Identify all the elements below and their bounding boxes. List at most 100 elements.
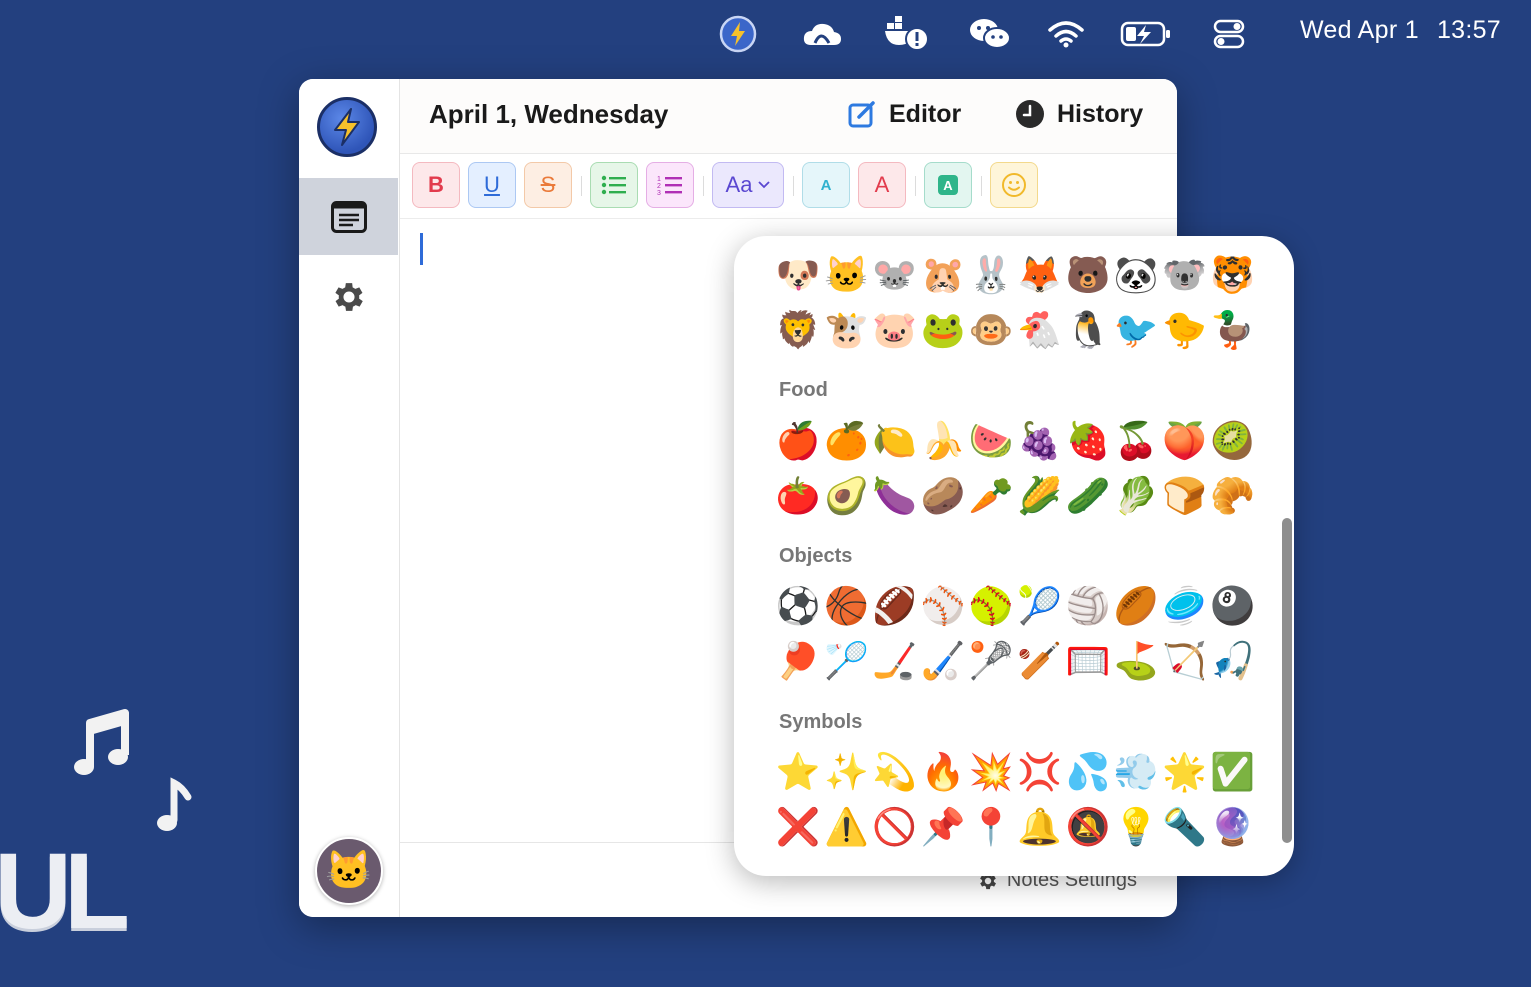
emoji-item[interactable]: 🥒 bbox=[1064, 471, 1112, 521]
emoji-item[interactable]: 🐻 bbox=[1064, 250, 1112, 300]
emoji-item[interactable]: 📌 bbox=[919, 802, 967, 852]
emoji-item[interactable]: 🐧 bbox=[1064, 305, 1112, 355]
emoji-item[interactable]: 🚫 bbox=[871, 802, 919, 852]
emoji-button[interactable] bbox=[990, 162, 1038, 208]
emoji-item[interactable]: 🐤 bbox=[1160, 305, 1208, 355]
text-color-button[interactable]: A bbox=[858, 162, 906, 208]
emoji-item[interactable]: 🐷 bbox=[871, 305, 919, 355]
emoji-item[interactable]: ✨ bbox=[822, 747, 870, 797]
control-center-icon[interactable] bbox=[1208, 14, 1250, 54]
emoji-item[interactable]: 🥑 bbox=[822, 471, 870, 521]
emoji-item[interactable]: 🥔 bbox=[919, 471, 967, 521]
emoji-item[interactable]: 🥬 bbox=[1112, 471, 1160, 521]
emoji-item[interactable]: 🥍 bbox=[967, 636, 1015, 686]
emoji-item[interactable]: 🔦 bbox=[1160, 802, 1208, 852]
emoji-item[interactable]: 🏒 bbox=[871, 636, 919, 686]
emoji-item[interactable]: 🦆 bbox=[1209, 305, 1257, 355]
emoji-item[interactable]: 🎣 bbox=[1209, 636, 1257, 686]
bullet-list-button[interactable] bbox=[590, 162, 638, 208]
emoji-item[interactable]: 🌟 bbox=[1160, 747, 1208, 797]
emoji-item[interactable]: 🐯 bbox=[1209, 250, 1257, 300]
emoji-item[interactable]: 🐔 bbox=[1015, 305, 1063, 355]
history-button[interactable]: History bbox=[1015, 99, 1143, 129]
emoji-item[interactable]: 🥕 bbox=[967, 471, 1015, 521]
emoji-item[interactable]: 🔕 bbox=[1064, 802, 1112, 852]
emoji-item[interactable]: 🍒 bbox=[1112, 416, 1160, 466]
emoji-item[interactable]: 🍇 bbox=[1015, 416, 1063, 466]
emoji-item[interactable]: 📍 bbox=[967, 802, 1015, 852]
emoji-item[interactable]: 🐨 bbox=[1160, 250, 1208, 300]
emoji-item[interactable]: 💨 bbox=[1112, 747, 1160, 797]
emoji-item[interactable]: 💦 bbox=[1064, 747, 1112, 797]
emoji-item[interactable]: 🥏 bbox=[1160, 581, 1208, 631]
emoji-item[interactable]: 🥅 bbox=[1064, 636, 1112, 686]
emoji-item[interactable]: 🥐 bbox=[1209, 471, 1257, 521]
emoji-item[interactable]: 🏹 bbox=[1160, 636, 1208, 686]
emoji-item[interactable]: ❌ bbox=[774, 802, 822, 852]
emoji-item[interactable]: ⛳ bbox=[1112, 636, 1160, 686]
emoji-item[interactable]: 🐭 bbox=[871, 250, 919, 300]
emoji-item[interactable]: 🏓 bbox=[774, 636, 822, 686]
emoji-item[interactable]: 🎾 bbox=[1015, 581, 1063, 631]
popover-scrollbar[interactable] bbox=[1282, 518, 1292, 843]
emoji-item[interactable]: 🏀 bbox=[822, 581, 870, 631]
emoji-item[interactable]: 🍆 bbox=[871, 471, 919, 521]
emoji-item[interactable]: ✅ bbox=[1209, 747, 1257, 797]
emoji-item[interactable]: ⚠️ bbox=[822, 802, 870, 852]
emoji-item[interactable]: 💫 bbox=[871, 747, 919, 797]
emoji-item[interactable]: 🍑 bbox=[1160, 416, 1208, 466]
bold-button[interactable]: B bbox=[412, 162, 460, 208]
creative-cloud-icon[interactable] bbox=[800, 14, 844, 54]
emoji-item[interactable]: ⚾ bbox=[919, 581, 967, 631]
emoji-item[interactable]: 🐸 bbox=[919, 305, 967, 355]
emoji-item[interactable]: 🍋 bbox=[871, 416, 919, 466]
emoji-item[interactable]: 🐼 bbox=[1112, 250, 1160, 300]
small-text-color-button[interactable]: A bbox=[802, 162, 850, 208]
emoji-item[interactable]: 🥝 bbox=[1209, 416, 1257, 466]
emoji-item[interactable]: 🏉 bbox=[1112, 581, 1160, 631]
numbered-list-button[interactable]: 123 bbox=[646, 162, 694, 208]
emoji-item[interactable]: 🐰 bbox=[967, 250, 1015, 300]
emoji-item[interactable]: 💡 bbox=[1112, 802, 1160, 852]
emoji-item[interactable]: 🏏 bbox=[1015, 636, 1063, 686]
emoji-item[interactable]: 🍓 bbox=[1064, 416, 1112, 466]
emoji-item[interactable]: 💢 bbox=[1015, 747, 1063, 797]
strikethrough-button[interactable]: S bbox=[524, 162, 572, 208]
emoji-item[interactable]: 🎱 bbox=[1209, 581, 1257, 631]
emoji-item[interactable]: 🏑 bbox=[919, 636, 967, 686]
emoji-item[interactable]: 🔮 bbox=[1209, 802, 1257, 852]
sidebar-item-notes[interactable] bbox=[299, 178, 398, 255]
font-size-dropdown[interactable]: Aa bbox=[712, 162, 784, 208]
editor-button[interactable]: Editor bbox=[847, 99, 961, 129]
emoji-item[interactable]: 💥 bbox=[967, 747, 1015, 797]
emoji-item[interactable]: 🌽 bbox=[1015, 471, 1063, 521]
emoji-item[interactable]: 🏸 bbox=[822, 636, 870, 686]
emoji-item[interactable]: 🐹 bbox=[919, 250, 967, 300]
battery-charging-icon[interactable] bbox=[1118, 14, 1174, 54]
emoji-item[interactable]: 🍞 bbox=[1160, 471, 1208, 521]
emoji-item[interactable]: 🐵 bbox=[967, 305, 1015, 355]
wechat-icon[interactable] bbox=[966, 14, 1014, 54]
bolt-app-icon[interactable] bbox=[716, 14, 760, 54]
emoji-item[interactable]: ⚽ bbox=[774, 581, 822, 631]
emoji-item[interactable]: 🔥 bbox=[919, 747, 967, 797]
emoji-item[interactable]: 🔔 bbox=[1015, 802, 1063, 852]
highlight-button[interactable]: A bbox=[924, 162, 972, 208]
emoji-item[interactable]: 🏐 bbox=[1064, 581, 1112, 631]
emoji-item[interactable]: 🍉 bbox=[967, 416, 1015, 466]
emoji-item[interactable]: 🍊 bbox=[822, 416, 870, 466]
menu-bar-clock[interactable]: Wed Apr 1 13:57 bbox=[1300, 16, 1501, 45]
sidebar-item-settings[interactable] bbox=[299, 269, 398, 325]
emoji-item[interactable]: 🐱 bbox=[822, 250, 870, 300]
emoji-item[interactable]: 🍎 bbox=[774, 416, 822, 466]
emoji-item[interactable]: 🥎 bbox=[967, 581, 1015, 631]
wifi-icon[interactable] bbox=[1046, 14, 1086, 54]
emoji-item[interactable]: ⭐ bbox=[774, 747, 822, 797]
emoji-item[interactable]: 🏈 bbox=[871, 581, 919, 631]
emoji-item[interactable]: 🦁 bbox=[774, 305, 822, 355]
emoji-item[interactable]: 🍅 bbox=[774, 471, 822, 521]
emoji-item[interactable]: 🦊 bbox=[1015, 250, 1063, 300]
user-avatar[interactable]: 🐱 bbox=[315, 837, 383, 905]
docker-icon[interactable] bbox=[882, 14, 932, 54]
emoji-item[interactable]: 🍌 bbox=[919, 416, 967, 466]
